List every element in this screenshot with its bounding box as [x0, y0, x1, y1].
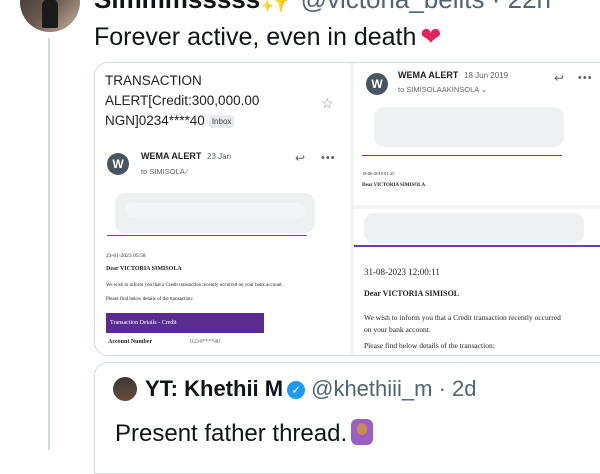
email-date: 18 Jun 2019: [464, 71, 509, 80]
sender-avatar: W: [366, 73, 388, 95]
raised-hand-emoji-icon: [351, 419, 374, 445]
email-screenshot-left[interactable]: TRANSACTION ALERT[Credit:300,000.00 NGN]…: [95, 63, 350, 355]
subject-line-2: ALERT[Credit:300,000.00: [105, 93, 260, 108]
email-recipient: to SIMISOLA ⁄: [141, 167, 188, 176]
more-icon: •••: [321, 152, 336, 164]
email-timestamp: 23-01-2023 05:58: [106, 253, 146, 259]
more-icon: •••: [578, 72, 593, 84]
quoted-author-handle: @khethiii_m · 2d: [311, 376, 477, 401]
author-name[interactable]: Simmmsssss✨: [94, 0, 293, 14]
thread-line: [48, 38, 50, 450]
reply-icon: ↩: [295, 151, 306, 165]
quoted-tweet-body: Present father thread.: [115, 420, 348, 447]
reply-icon: ↩: [554, 71, 565, 85]
email-timestamp: 31-08-2023 12:00:11: [364, 267, 440, 277]
subject-line-1: TRANSACTION: [105, 73, 202, 88]
email-screenshot-bottom-right[interactable]: 31-08-2023 12:00:11 Dear VICTORIA SIMISO…: [354, 209, 600, 355]
email-date: 23 Jan: [207, 152, 232, 161]
header-divider: [354, 245, 600, 247]
email-subject: TRANSACTION ALERT[Credit:300,000.00 NGN]…: [105, 71, 285, 131]
quoted-tweet[interactable]: YT: Khethii M ✓ @khethiii_m · 2d Present f…: [94, 362, 600, 474]
email-greeting: Dear VICTORIA SIMISOLA: [362, 183, 426, 188]
email-timestamp: 18-06-2019 01:25: [362, 171, 395, 176]
transaction-details-header: Transaction Details - Credit: [106, 313, 264, 333]
redacted-area: [125, 203, 305, 217]
email-greeting: Dear VICTORIA SIMISOLA: [106, 266, 182, 272]
email-details-intro: Please find below details of the transac…: [364, 341, 495, 350]
redacted-area: [374, 107, 564, 147]
quoted-author-name: YT: Khethii M: [145, 376, 284, 401]
email-greeting: Dear VICTORIA SIMISOL: [364, 289, 460, 298]
quoted-tweet-header: YT: Khethii M ✓ @khethiii_m · 2d: [145, 375, 477, 403]
verified-badge-icon: ✓: [287, 381, 306, 399]
sender-name: WEMA ALERT: [141, 151, 202, 161]
sender-name: WEMA ALERT: [398, 70, 459, 80]
account-number-label: Account Number: [108, 339, 153, 345]
tweet-text: Forever active, even in death ❤: [94, 22, 441, 52]
header-divider: [362, 155, 562, 156]
tweet-header: Simmmsssss✨ @victoria_bellts · 22h: [94, 0, 551, 14]
email-recipient: to SIMISOLAAKINSOLA ⌄: [398, 85, 488, 94]
email-body-line-2: on your bank account.: [364, 325, 431, 334]
redacted-area: [364, 213, 584, 243]
author-avatar[interactable]: [20, 0, 80, 32]
subject-line-3: NGN]0234****40: [105, 113, 205, 128]
email-details-intro: Please find below details of the transac…: [106, 297, 194, 302]
star-icon: ☆: [321, 95, 334, 111]
email-body-line-1: We wish to inform you that a Credit tran…: [364, 313, 561, 322]
quoted-author-avatar: [113, 377, 137, 401]
email-body: We wish to inform you that a Credit tran…: [106, 283, 283, 288]
sender-avatar: W: [107, 153, 129, 175]
author-handle[interactable]: @victoria_bellts · 22h: [301, 0, 551, 14]
email-screenshot-top-right[interactable]: W WEMA ALERT 18 Jun 2019 to SIMISOLAAKIN…: [354, 63, 600, 205]
account-number-value: 0234****40: [190, 339, 220, 345]
heart-icon: ❤: [420, 23, 442, 51]
tweet-media-grid[interactable]: TRANSACTION ALERT[Credit:300,000.00 NGN]…: [94, 62, 600, 356]
header-divider: [107, 235, 307, 236]
tweet-body: Forever active, even in death: [94, 23, 417, 51]
quoted-tweet-text: Present father thread.: [115, 419, 374, 449]
inbox-badge: Inbox: [208, 114, 235, 128]
